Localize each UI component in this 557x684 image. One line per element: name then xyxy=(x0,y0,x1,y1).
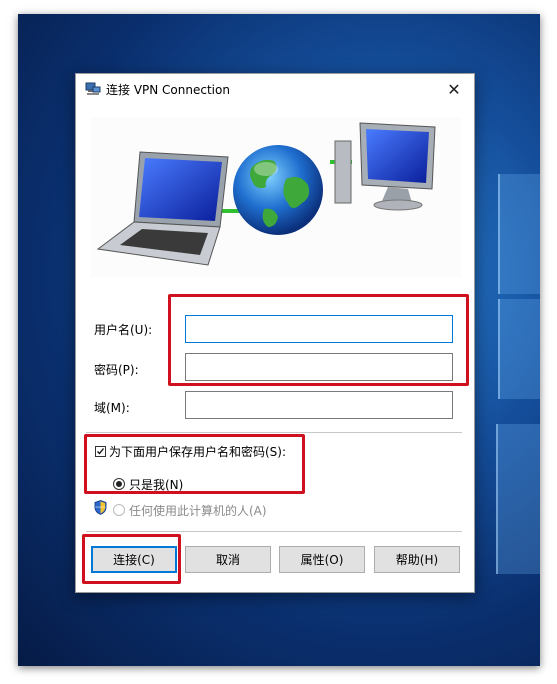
checkmark-icon xyxy=(97,448,105,455)
close-button[interactable]: ✕ xyxy=(434,74,474,104)
only-me-radio[interactable] xyxy=(113,478,125,490)
anyone-label: 任何使用此计算机的人(A) xyxy=(129,504,267,518)
close-icon: ✕ xyxy=(447,79,461,99)
password-label: 密码(P): xyxy=(94,363,139,377)
username-field[interactable] xyxy=(185,315,453,343)
divider xyxy=(86,432,462,433)
title-bar: 连接 VPN Connection ✕ xyxy=(76,74,474,104)
save-credentials-label: 为下面用户保存用户名和密码(S): xyxy=(109,445,287,459)
domain-label: 域(M): xyxy=(94,401,130,415)
globe-icon xyxy=(233,145,323,235)
password-field[interactable] xyxy=(185,353,453,381)
divider xyxy=(86,531,462,532)
connect-button[interactable]: 连接(C) xyxy=(91,546,177,573)
uac-shield-icon xyxy=(94,500,107,515)
vpn-connect-dialog: 连接 VPN Connection ✕ 用户名(U): 密码(P): 域(M):… xyxy=(75,73,475,593)
save-credentials-checkbox[interactable] xyxy=(95,446,106,457)
properties-button[interactable]: 属性(O) xyxy=(279,546,365,573)
anyone-radio[interactable] xyxy=(113,504,125,516)
network-connection-icon xyxy=(85,82,101,95)
desktop-light-pane xyxy=(496,424,540,574)
username-label: 用户名(U): xyxy=(94,323,153,337)
dialog-title: 连接 VPN Connection xyxy=(106,83,230,97)
vpn-banner-illustration xyxy=(90,117,462,277)
help-button[interactable]: 帮助(H) xyxy=(374,546,460,573)
only-me-label: 只是我(N) xyxy=(129,478,184,492)
desktop-light-pane xyxy=(498,299,540,399)
cancel-button[interactable]: 取消 xyxy=(185,546,271,573)
desktop-light-pane xyxy=(498,174,540,294)
domain-field[interactable] xyxy=(185,391,453,419)
